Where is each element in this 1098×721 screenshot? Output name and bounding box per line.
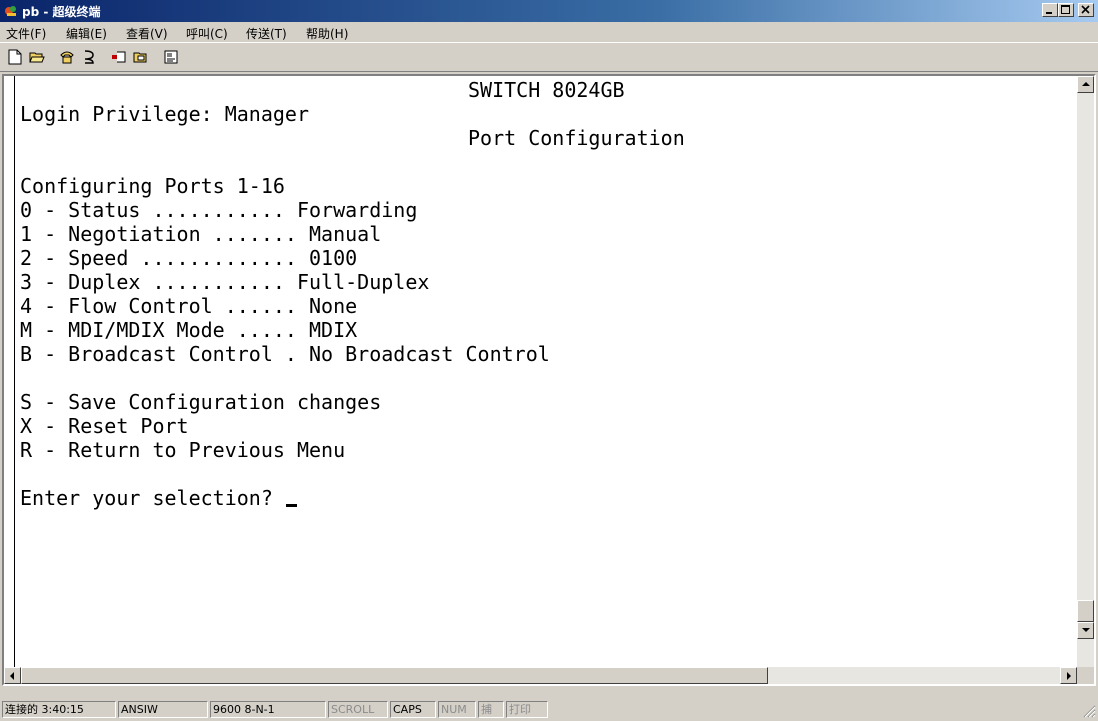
close-icon: [1081, 5, 1090, 14]
arrow-down-icon: [1082, 628, 1090, 632]
terminal-cursor: [285, 504, 297, 507]
maximize-icon: [1061, 5, 1070, 14]
send-file-icon: [112, 51, 126, 63]
scrollbar-corner: [1077, 667, 1094, 684]
terminal-screen-title: Port Configuration: [468, 126, 685, 150]
hyperterminal-window: pb - 超级终端 文件(F) 编辑(E) 查看(V) 呼叫(C) 传送(T) …: [0, 0, 1098, 720]
scroll-up-button[interactable]: [1077, 76, 1094, 93]
terminal-privilege-line: Login Privilege: Manager: [20, 102, 309, 126]
window-title: pb - 超级终端: [22, 5, 101, 19]
send-button[interactable]: [108, 47, 130, 67]
status-capture: 捕: [478, 701, 504, 718]
menu-option-speed: 2 - Speed ............. 0100: [20, 246, 358, 270]
status-print: 打印: [506, 701, 548, 718]
menu-action-return: R - Return to Previous Menu: [20, 438, 346, 462]
menu-option-duplex: 3 - Duplex ........... Full-Duplex: [20, 270, 430, 294]
menu-bar: 文件(F) 编辑(E) 查看(V) 呼叫(C) 传送(T) 帮助(H): [0, 22, 1098, 42]
close-button[interactable]: [1078, 3, 1094, 17]
menu-help[interactable]: 帮助(H): [306, 25, 348, 42]
status-port-settings: 9600 8-N-1: [210, 701, 326, 718]
phone-call-icon: [60, 51, 74, 64]
receive-button[interactable]: [130, 47, 152, 67]
arrow-left-icon: [10, 672, 14, 680]
status-scroll: SCROLL: [328, 701, 388, 718]
status-num: NUM: [438, 701, 476, 718]
menu-call[interactable]: 呼叫(C): [186, 25, 228, 42]
status-caps: CAPS: [390, 701, 436, 718]
scroll-down-button[interactable]: [1077, 622, 1094, 639]
vertical-scrollbar[interactable]: [1077, 76, 1094, 670]
terminal-device-header: SWITCH 8024GB: [468, 78, 625, 102]
arrow-right-icon: [1067, 672, 1071, 680]
menu-file[interactable]: 文件(F): [6, 25, 46, 42]
terminal-config-heading: Configuring Ports 1-16: [20, 174, 285, 198]
properties-icon: [164, 50, 178, 64]
status-bar: 连接的 3:40:15 ANSIW 9600 8-N-1 SCROLL CAPS…: [0, 699, 1098, 720]
scroll-left-button[interactable]: [4, 667, 21, 684]
terminal-frame: SWITCH 8024GB Login Privilege: Manager P…: [2, 74, 1096, 686]
menu-action-save: S - Save Configuration changes: [20, 390, 382, 414]
terminal-gutter: [4, 76, 16, 670]
menu-option-mdi-mode: M - MDI/MDIX Mode ..... MDIX: [20, 318, 358, 342]
terminal-prompt-line: Enter your selection?: [20, 486, 297, 510]
menu-option-broadcast-control: B - Broadcast Control . No Broadcast Con…: [20, 342, 550, 366]
status-emulation: ANSIW: [118, 701, 208, 718]
menu-action-reset: X - Reset Port: [20, 414, 189, 438]
terminal-prompt: Enter your selection?: [20, 486, 285, 510]
toolbar: [0, 42, 1098, 72]
maximize-button[interactable]: [1058, 3, 1074, 17]
open-button[interactable]: [26, 47, 48, 67]
title-bar[interactable]: pb - 超级终端: [0, 0, 1098, 22]
menu-transfer[interactable]: 传送(T): [246, 25, 287, 42]
receive-file-icon: [133, 52, 147, 63]
properties-button[interactable]: [160, 47, 182, 67]
scroll-right-button[interactable]: [1060, 667, 1077, 684]
horizontal-scroll-thumb[interactable]: [21, 667, 768, 684]
hyperterminal-app-icon[interactable]: [3, 3, 19, 19]
horizontal-scrollbar[interactable]: [4, 667, 1077, 684]
status-connected-time: 连接的 3:40:15: [2, 701, 116, 718]
menu-option-status: 0 - Status ........... Forwarding: [20, 198, 418, 222]
terminal-screen[interactable]: SWITCH 8024GB Login Privilege: Manager P…: [18, 76, 1076, 670]
minimize-icon: [1046, 12, 1052, 14]
menu-edit[interactable]: 编辑(E): [66, 25, 107, 42]
minimize-button[interactable]: [1042, 3, 1058, 17]
menu-option-negotiation: 1 - Negotiation ....... Manual: [20, 222, 382, 246]
open-folder-icon: [29, 52, 45, 63]
disconnect-button[interactable]: [78, 47, 100, 67]
new-document-icon: [8, 49, 22, 65]
disconnect-icon: [84, 50, 94, 64]
resize-grip-icon[interactable]: [1082, 704, 1096, 718]
new-connection-button[interactable]: [4, 47, 26, 67]
arrow-up-icon: [1082, 82, 1090, 86]
menu-view[interactable]: 查看(V): [126, 25, 168, 42]
vertical-scroll-thumb[interactable]: [1077, 600, 1094, 622]
call-button[interactable]: [56, 47, 78, 67]
menu-option-flow-control: 4 - Flow Control ...... None: [20, 294, 358, 318]
